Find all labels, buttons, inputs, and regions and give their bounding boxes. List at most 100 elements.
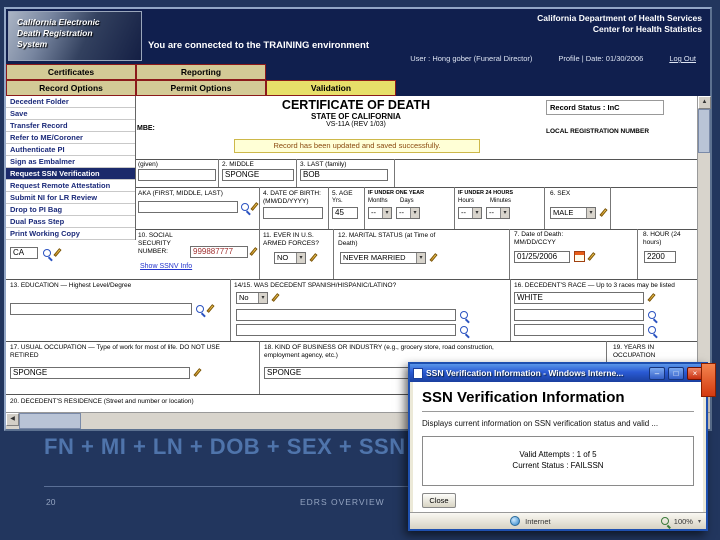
race-input-1[interactable]: WHITE [514, 292, 644, 304]
sidebar-item-print-working-copy[interactable]: Print Working Copy [6, 228, 135, 240]
hour-of-death-input[interactable]: 2200 [644, 251, 676, 263]
sidebar-item-transfer-record[interactable]: Transfer Record [6, 120, 135, 132]
sidebar-item-dual-pass-step[interactable]: Dual Pass Step [6, 216, 135, 228]
last-name-input[interactable]: BOB [300, 169, 388, 181]
form-revision: VS-11A (REV 1/03) [326, 121, 386, 128]
sidebar-item-drop-to-pi-bag[interactable]: Drop to PI Bag [6, 204, 135, 216]
sidebar-item-sign-as-embalmer[interactable]: Sign as Embalmer [6, 156, 135, 168]
sidebar-item-submit-ni-lr-review[interactable]: Submit NI for LR Review [6, 192, 135, 204]
scroll-left-icon[interactable]: ◀ [6, 413, 19, 426]
birth-state-input[interactable]: CA [10, 247, 38, 259]
marital-status-value: NEVER MARRIED [343, 253, 406, 262]
race-label: 16. DECEDENT'S RACE — Up to 3 races may … [514, 282, 675, 289]
first-name-input[interactable] [138, 169, 216, 181]
sex-edit-icon[interactable] [599, 208, 608, 217]
ssn-edit-icon[interactable] [249, 247, 258, 256]
chevron-down-icon: ▾ [472, 208, 481, 218]
race-lookup-icon-3[interactable] [648, 326, 656, 334]
footer-divider [44, 486, 420, 487]
age-input[interactable]: 45 [332, 207, 358, 219]
user-bar: User : Hong gober (Funeral Director) Pro… [146, 54, 696, 63]
menu-reporting[interactable]: Reporting [136, 64, 266, 80]
hispanic-detail-input-1[interactable] [236, 309, 456, 321]
menu-validation[interactable]: Validation [266, 80, 396, 96]
days-select[interactable]: -- ▾ [396, 207, 420, 219]
death-date-label-1: 7. Date of Death: [514, 231, 564, 238]
logo-line3: System [17, 39, 48, 50]
aka-lookup-icon[interactable] [241, 203, 249, 211]
sidebar-item-authenticate-pi[interactable]: Authenticate PI [6, 144, 135, 156]
menu-certificates[interactable]: Certificates [6, 64, 136, 80]
certificate-number-label: MBE: [137, 125, 155, 132]
scroll-highlight-block [701, 363, 716, 397]
birth-state-lookup-icon[interactable] [43, 249, 51, 257]
race-input-3[interactable] [514, 324, 644, 336]
menu-permit-options[interactable]: Permit Options [136, 80, 266, 96]
calendar-icon[interactable] [574, 251, 585, 262]
horizontal-scroll-thumb[interactable] [19, 413, 81, 429]
date-of-death-input[interactable]: 01/25/2006 [514, 251, 570, 263]
record-status: Record Status : InC [546, 100, 664, 115]
hours-select[interactable]: -- ▾ [458, 207, 482, 219]
vertical-scroll-thumb[interactable] [698, 109, 710, 153]
sex-value: MALE [553, 208, 574, 217]
chevron-down-icon: ▾ [296, 253, 305, 263]
maximize-button[interactable]: □ [668, 366, 684, 380]
close-button[interactable]: Close [422, 493, 456, 509]
under-year-label: IF UNDER ONE YEAR [368, 190, 425, 196]
minutes-value: -- [489, 208, 494, 217]
occupation-input[interactable]: SPONGE [10, 367, 190, 379]
popup-status-bar: Internet 100% ▾ [410, 512, 706, 529]
dob-input[interactable] [263, 207, 323, 219]
zoom-level[interactable]: 100% [674, 517, 693, 526]
logout-link[interactable]: Log Out [669, 54, 696, 63]
education-edit-icon[interactable] [206, 304, 215, 313]
record-options-sidebar: Decedent Folder Save Transfer Record Ref… [6, 96, 136, 240]
sex-label: 6. SEX [550, 190, 571, 197]
ssn-input[interactable]: 999887777 [190, 246, 248, 258]
zoom-dropdown-icon[interactable]: ▾ [698, 518, 701, 525]
scroll-up-icon[interactable]: ▲ [698, 96, 711, 109]
last-name-label: 3. LAST (family) [300, 161, 347, 168]
race-edit-icon[interactable] [647, 293, 656, 302]
armed-forces-edit-icon[interactable] [309, 253, 318, 262]
death-date-edit-icon[interactable] [587, 252, 596, 261]
hispanic-detail-input-2[interactable] [236, 324, 456, 336]
popup-window-title: SSN Verification Information - Windows I… [426, 368, 624, 378]
birth-state-edit-icon[interactable] [53, 248, 62, 257]
ssn-label: 10. SOCIAL SECURITY NUMBER: [138, 232, 190, 255]
sex-select[interactable]: MALE ▾ [550, 207, 596, 219]
sidebar-item-decedent-folder[interactable]: Decedent Folder [6, 96, 135, 108]
months-select[interactable]: -- ▾ [368, 207, 392, 219]
aka-edit-icon[interactable] [250, 202, 259, 211]
sidebar-item-save[interactable]: Save [6, 108, 135, 120]
popup-title-bar[interactable]: SSN Verification Information - Windows I… [410, 364, 706, 382]
hispanic-edit-icon[interactable] [271, 293, 280, 302]
middle-name-input[interactable]: SPONGE [222, 169, 294, 181]
education-input[interactable] [10, 303, 192, 315]
race-lookup-icon-2[interactable] [648, 311, 656, 319]
sidebar-item-request-remote-attestation[interactable]: Request Remote Attestation [6, 180, 135, 192]
hispanic-lookup-icon-2[interactable] [460, 326, 468, 334]
hispanic-lookup-icon-1[interactable] [460, 311, 468, 319]
sidebar-item-refer-me-coroner[interactable]: Refer to ME/Coroner [6, 132, 135, 144]
show-ssnv-info-link[interactable]: Show SSNV Info [140, 263, 192, 270]
chevron-down-icon: ▾ [382, 208, 391, 218]
armed-forces-select[interactable]: NO ▾ [274, 252, 306, 264]
age-label: 5. AGE [332, 190, 353, 197]
sidebar-item-request-ssn-verification[interactable]: Request SSN Verification [6, 168, 135, 180]
years-occupation-label: 19. YEARS IN OCCUPATION [613, 344, 656, 359]
marital-status-edit-icon[interactable] [429, 253, 438, 262]
minimize-button[interactable]: – [649, 366, 665, 380]
internet-zone-label: Internet [525, 516, 551, 526]
aka-input[interactable] [138, 201, 238, 213]
days-col-label: Days [400, 198, 414, 204]
minutes-select[interactable]: -- ▾ [486, 207, 510, 219]
marital-status-select[interactable]: NEVER MARRIED ▾ [340, 252, 426, 264]
occupation-edit-icon[interactable] [193, 368, 202, 377]
hispanic-select[interactable]: No ▾ [236, 292, 268, 304]
education-lookup-icon[interactable] [196, 305, 204, 313]
industry-input[interactable]: SPONGE [264, 367, 426, 379]
race-input-2[interactable] [514, 309, 644, 321]
menu-record-options[interactable]: Record Options [6, 80, 136, 96]
